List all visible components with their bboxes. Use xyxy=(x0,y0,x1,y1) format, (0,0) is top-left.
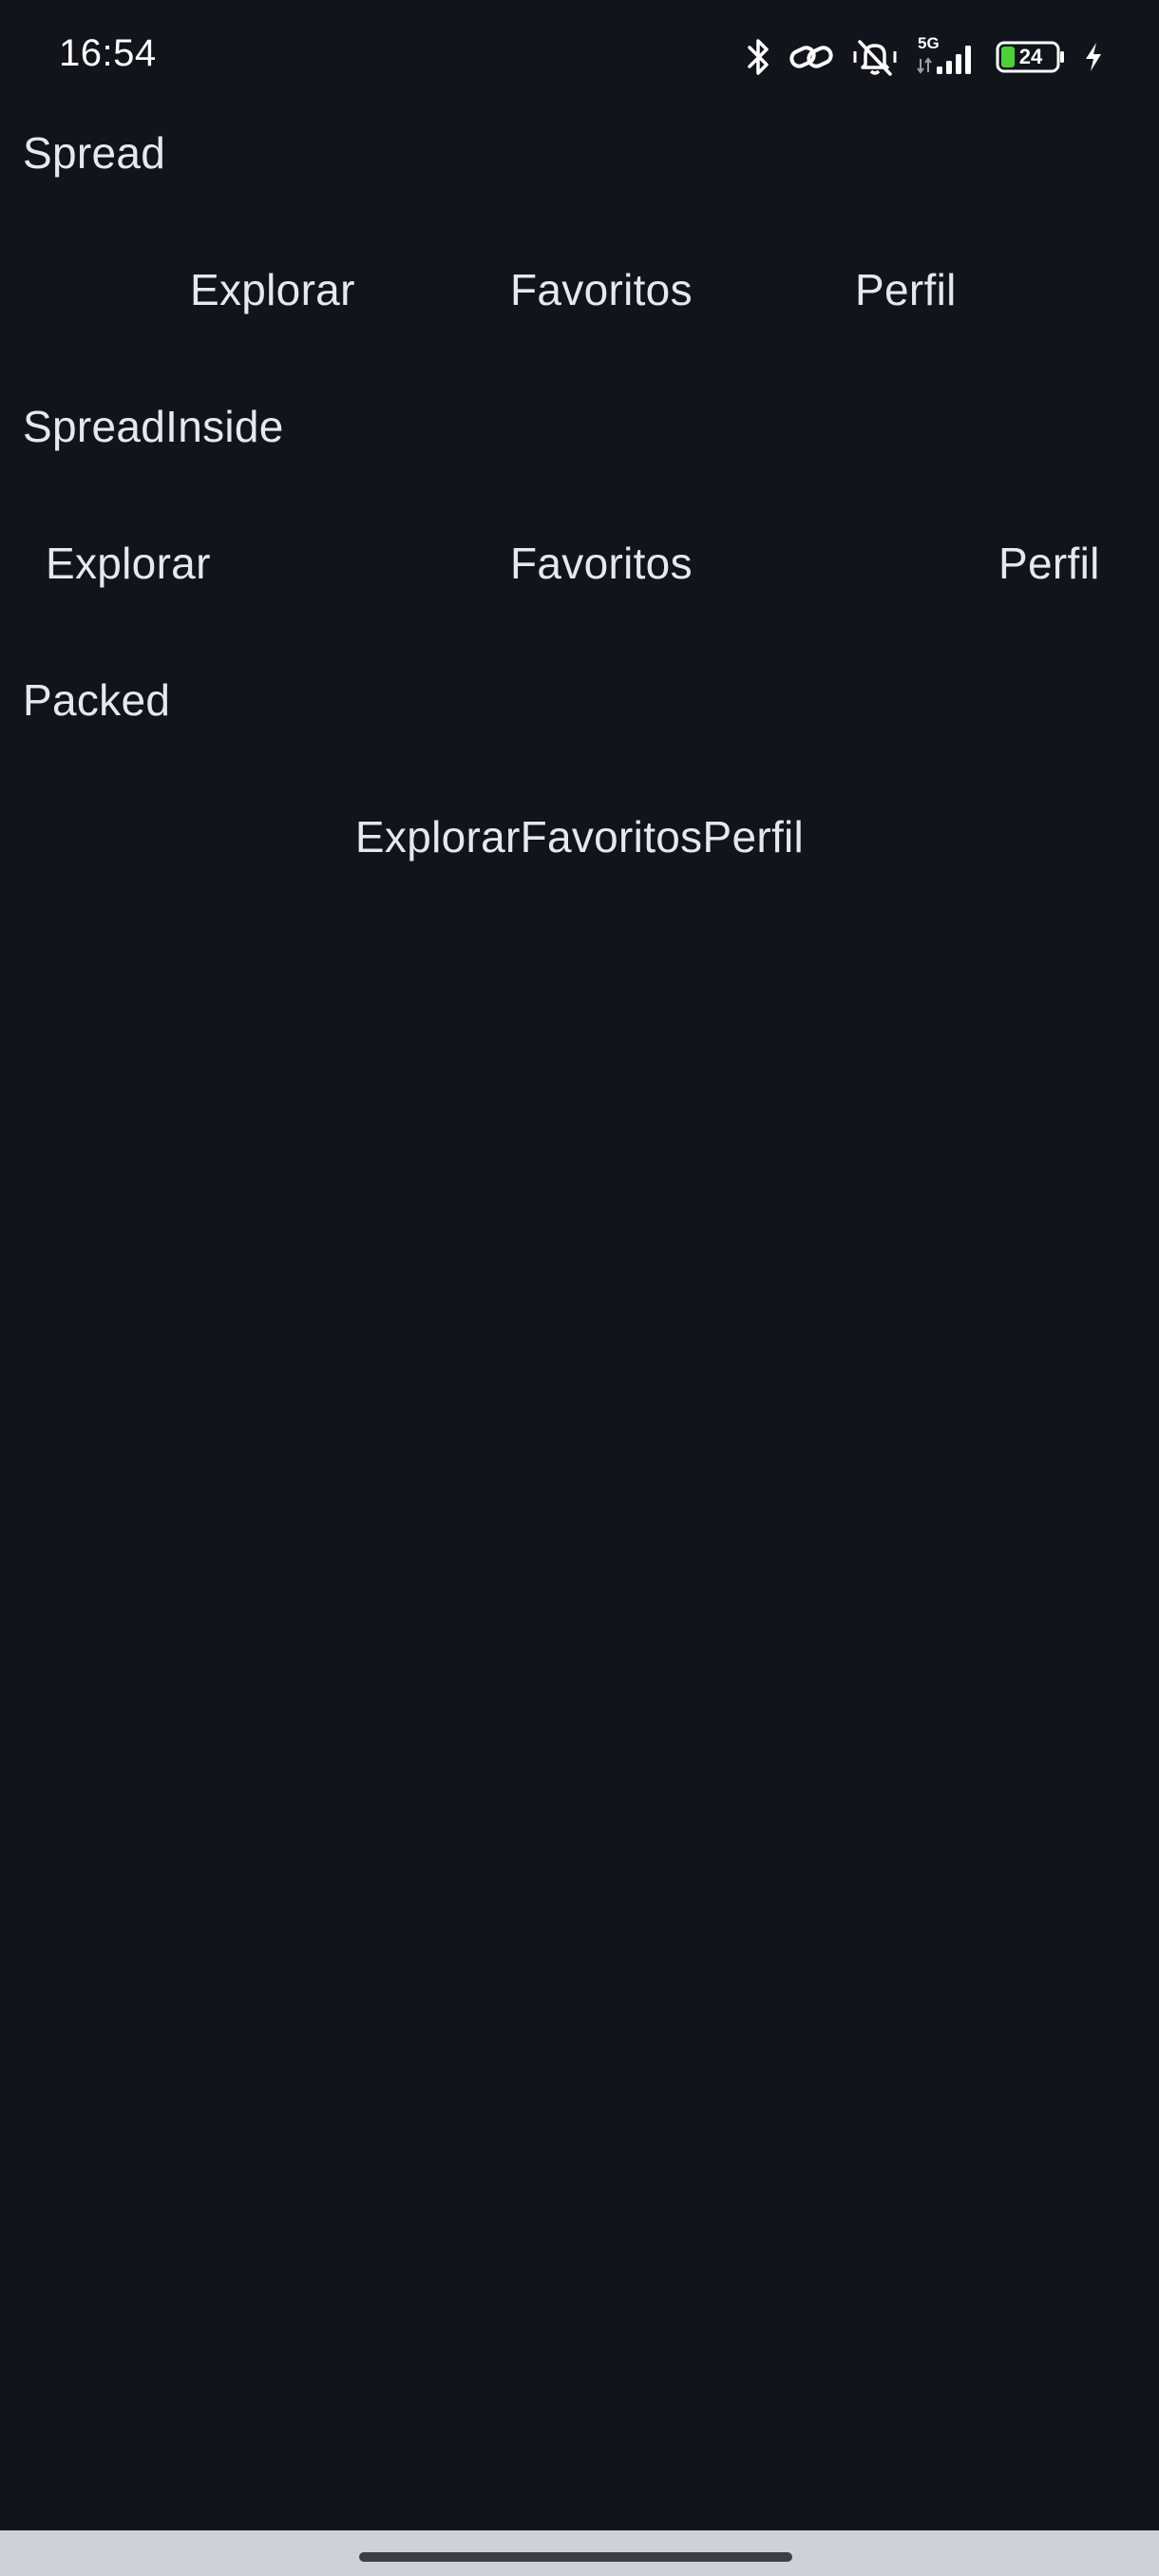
battery-level: 24 xyxy=(1018,45,1043,68)
vibrate-mute-icon xyxy=(851,36,899,78)
section-title-spread: Spread xyxy=(23,128,166,178)
signal-icon: 5G xyxy=(916,34,978,78)
packed-item-explorar: Explorar xyxy=(354,812,521,862)
spread-item-perfil: Perfil xyxy=(855,265,957,314)
bluetooth-icon xyxy=(747,37,771,77)
spread-inside-item-favoritos: Favoritos xyxy=(510,539,693,588)
home-gesture-handle[interactable] xyxy=(359,2552,792,2562)
section-title-packed: Packed xyxy=(23,675,171,725)
section-title-spread-inside: SpreadInside xyxy=(23,402,284,451)
spread-item-favoritos: Favoritos xyxy=(510,265,693,314)
spread-inside-item-perfil: Perfil xyxy=(998,539,1100,588)
spread-item-explorar: Explorar xyxy=(190,265,355,314)
packed-row: Explorar Favoritos Perfil xyxy=(0,811,1159,862)
navigation-bar xyxy=(0,2530,1159,2576)
battery-icon: 24 xyxy=(996,41,1066,73)
link-icon xyxy=(788,38,834,76)
packed-item-perfil: Perfil xyxy=(702,812,805,862)
charging-icon xyxy=(1083,41,1104,73)
status-icons: 5G 24 xyxy=(747,32,1104,82)
packed-item-favoritos: Favoritos xyxy=(520,812,703,862)
status-time: 16:54 xyxy=(59,32,157,74)
spread-inside-item-explorar: Explorar xyxy=(46,539,211,588)
status-bar: 16:54 5G 24 xyxy=(0,0,1159,114)
